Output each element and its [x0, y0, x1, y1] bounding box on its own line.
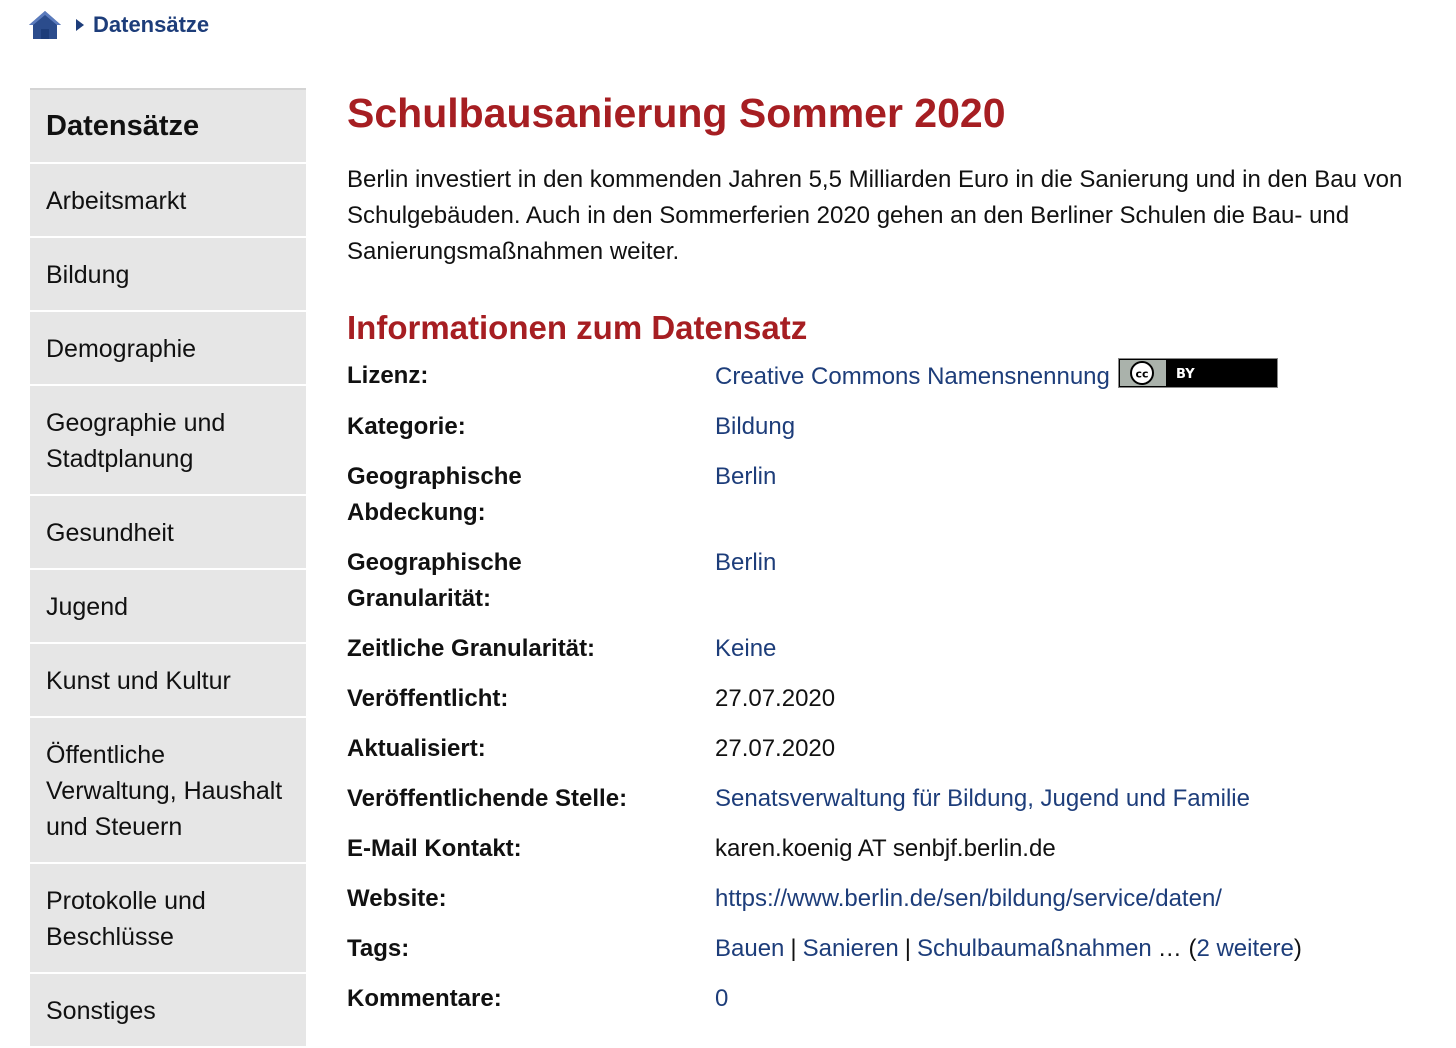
info-row-license: Lizenz: Creative Commons Namensnennung c… [347, 358, 1302, 409]
info-row-publisher: Veröffentlichende Stelle: Senatsverwaltu… [347, 781, 1302, 831]
geo-coverage-label: Geographische Abdeckung: [347, 463, 522, 526]
info-row-updated: Aktualisiert: 27.07.2020 [347, 731, 1302, 781]
sidebar-item-jugend[interactable]: Jugend [30, 570, 306, 644]
email-value: karen.koenig AT senbjf.berlin.de [715, 835, 1056, 862]
sidebar-item-kunst-kultur[interactable]: Kunst und Kultur [30, 644, 306, 718]
svg-text:cc: cc [1135, 368, 1148, 381]
home-icon[interactable] [28, 9, 62, 41]
cc-by-badge-icon[interactable]: cc BY [1117, 358, 1278, 388]
info-row-time-granularity: Zeitliche Granularität: Keine [347, 631, 1302, 681]
published-label: Veröffentlicht: [347, 685, 509, 712]
breadcrumb-link-datasets[interactable]: Datensätze [93, 12, 209, 38]
sidebar-item-sonstiges[interactable]: Sonstiges [30, 974, 306, 1048]
publisher-link[interactable]: Senatsverwaltung für Bildung, Jugend und… [715, 785, 1250, 812]
info-row-category: Kategorie: Bildung [347, 409, 1302, 459]
category-label: Kategorie: [347, 413, 466, 440]
info-row-published: Veröffentlicht: 27.07.2020 [347, 681, 1302, 731]
category-link[interactable]: Bildung [715, 413, 795, 440]
geo-granularity-link[interactable]: Berlin [715, 549, 776, 576]
email-label: E-Mail Kontakt: [347, 835, 522, 862]
sidebar-heading: Datensätze [30, 90, 306, 164]
sidebar-item-geographie[interactable]: Geographie und Stadtplanung [30, 386, 306, 496]
sidebar-item-bildung[interactable]: Bildung [30, 238, 306, 312]
info-row-website: Website: https://www.berlin.de/sen/bildu… [347, 881, 1302, 931]
comments-label: Kommentare: [347, 985, 502, 1012]
tags-value: Bauen | Sanieren | Schulbaumaßnahmen… (2 wei… [715, 931, 1302, 981]
tags-ellipsis: … [1157, 935, 1182, 962]
tags-more-close: ) [1293, 935, 1302, 962]
tag-link-schulbaumassnahmen[interactable]: Schulbaumaßnahmen [917, 935, 1152, 962]
dataset-description: Berlin investiert in den kommenden Jahre… [347, 166, 1403, 265]
main-content: Schulbausanierung Sommer 2020 Berlin inv… [347, 88, 1437, 1031]
info-row-comments: Kommentare: 0 [347, 981, 1302, 1031]
published-value: 27.07.2020 [715, 685, 836, 712]
time-granularity-link[interactable]: Keine [715, 635, 776, 662]
tags-label: Tags: [347, 935, 410, 962]
cc-badge-text: BY [1176, 367, 1195, 382]
sidebar-item-verwaltung[interactable]: Öffentliche Verwaltung, Haushalt und Ste… [30, 718, 306, 864]
info-row-tags: Tags: Bauen | Sanieren | Schulbaumaßnahmen… … [347, 931, 1302, 981]
comments-link[interactable]: 0 [715, 985, 728, 1012]
info-row-email: E-Mail Kontakt: karen.koenig AT senbjf.b… [347, 831, 1302, 881]
tag-link-bauen[interactable]: Bauen [715, 935, 784, 962]
geo-coverage-link[interactable]: Berlin [715, 463, 776, 490]
sidebar: Datensätze Arbeitsmarkt Bildung Demograp… [30, 88, 306, 1048]
tag-separator: | [904, 935, 911, 962]
sidebar-item-demographie[interactable]: Demographie [30, 312, 306, 386]
breadcrumb: Datensätze [28, 6, 209, 44]
website-link[interactable]: https://www.berlin.de/sen/bildung/servic… [715, 885, 1222, 912]
breadcrumb-arrow-icon [76, 19, 84, 31]
info-row-geo-coverage: Geographische Abdeckung: Berlin [347, 459, 1302, 545]
tag-separator: | [790, 935, 797, 962]
tag-link-sanieren[interactable]: Sanieren [803, 935, 899, 962]
website-label: Website: [347, 885, 447, 912]
tags-more-link[interactable]: 2 weitere [1196, 935, 1293, 962]
sidebar-item-protokolle[interactable]: Protokolle und Beschlüsse [30, 864, 306, 974]
info-heading: Informationen zum Datensatz [347, 309, 808, 346]
sidebar-item-gesundheit[interactable]: Gesundheit [30, 496, 306, 570]
time-granularity-label: Zeitliche Granularität: [347, 635, 596, 662]
info-table: Lizenz: Creative Commons Namensnennung c… [347, 358, 1302, 1031]
info-row-geo-granularity: Geographische Granularität: Berlin [347, 545, 1302, 631]
sidebar-item-arbeitsmarkt[interactable]: Arbeitsmarkt [30, 164, 306, 238]
page-title: Schulbausanierung Sommer 2020 [347, 90, 1006, 136]
updated-label: Aktualisiert: [347, 735, 486, 762]
license-label: Lizenz: [347, 362, 429, 389]
updated-value: 27.07.2020 [715, 735, 836, 762]
license-link[interactable]: Creative Commons Namensnennung [715, 363, 1110, 390]
publisher-label: Veröffentlichende Stelle: [347, 785, 628, 812]
geo-granularity-label: Geographische Granularität: [347, 549, 522, 612]
